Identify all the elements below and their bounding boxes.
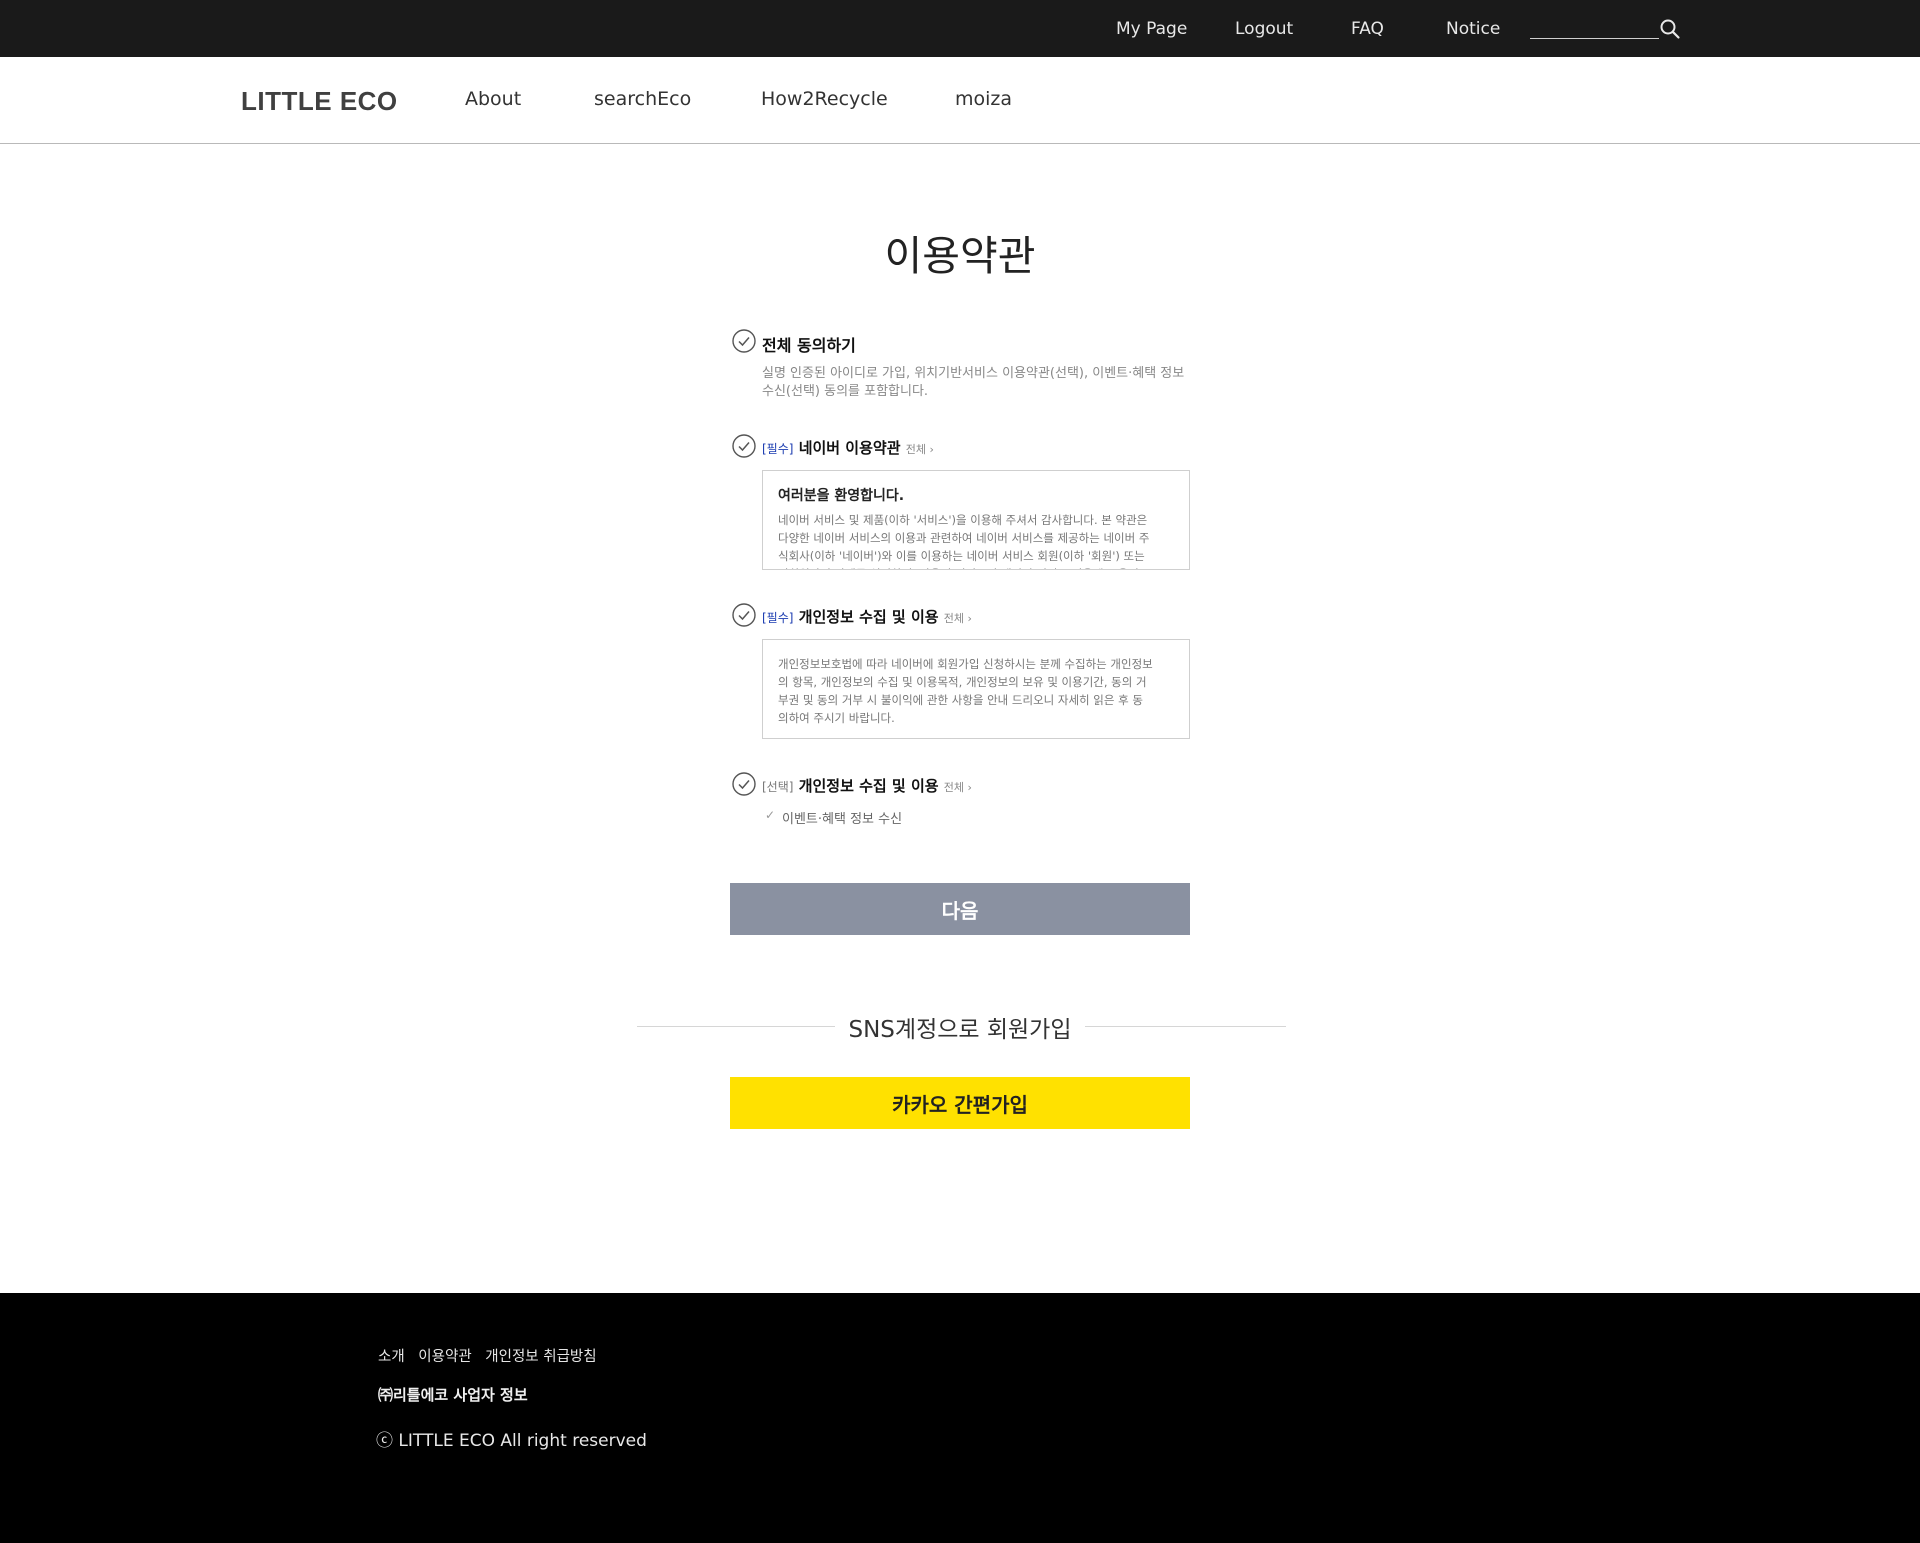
terms-box-text: 네이버 서비스 및 제품(이하 '서비스')을 이용해 주셔서 감사합니다. 본…: [778, 513, 1150, 569]
required-tag: [필수]: [762, 611, 794, 625]
sns-signup-title: SNS계정으로 회원가입: [848, 1017, 1072, 1043]
check-circle-icon[interactable]: [732, 772, 756, 796]
nav-item-searcheco[interactable]: searchEco: [594, 88, 691, 110]
nav-item-about[interactable]: About: [465, 88, 521, 110]
agree-all-description: 실명 인증된 아이디로 가입, 위치기반서비스 이용약관(선택), 이벤트·혜택…: [762, 366, 1185, 399]
next-button[interactable]: 다음: [730, 883, 1190, 935]
terms-box-naver[interactable]: 여러분을 환영합니다. 네이버 서비스 및 제품(이하 '서비스')을 이용해 …: [762, 470, 1190, 570]
check-circle-icon[interactable]: [732, 434, 756, 458]
chevron-right-icon: ›: [964, 612, 972, 625]
nav-item-how2recycle[interactable]: How2Recycle: [761, 88, 888, 110]
faq-link[interactable]: FAQ: [1351, 19, 1384, 39]
divider: [1085, 1026, 1286, 1027]
footer-company-info[interactable]: ㈜리틀에코 사업자 정보: [378, 1384, 528, 1405]
agree-all-label[interactable]: 전체 동의하기: [762, 332, 856, 356]
event-benefit-label[interactable]: 이벤트·혜택 정보 수신: [782, 808, 902, 827]
notice-link[interactable]: Notice: [1446, 19, 1500, 39]
term-naver-label[interactable]: [필수] 네이버 이용약관 전체 ›: [762, 437, 934, 458]
footer-copyright: ⓒ LITTLE ECO All right reserved: [376, 1431, 647, 1451]
view-all-link[interactable]: 전체 ›: [944, 612, 972, 625]
terms-box-heading: 여러분을 환영합니다.: [778, 488, 905, 504]
terms-box-text: 개인정보보호법에 따라 네이버에 회원가입 신청하시는 분께 수집하는 개인정보…: [778, 657, 1153, 725]
check-circle-icon[interactable]: [732, 603, 756, 627]
chevron-right-icon: ›: [964, 781, 972, 794]
main-nav: LITTLE ECO About searchEco How2Recycle m…: [0, 57, 1920, 144]
site-logo[interactable]: LITTLE ECO: [241, 86, 398, 117]
kakao-signup-button[interactable]: 카카오 간편가입: [730, 1077, 1190, 1129]
view-all-link[interactable]: 전체 ›: [906, 443, 934, 456]
my-page-link[interactable]: My Page: [1116, 19, 1187, 39]
search-icon[interactable]: [1659, 18, 1681, 40]
check-icon[interactable]: ✓: [765, 808, 775, 822]
term-privacy-optional-label[interactable]: [선택] 개인정보 수집 및 이용 전체 ›: [762, 775, 972, 796]
footer-links: 소개 이용약관 개인정보 취급방침: [378, 1345, 606, 1366]
term-privacy-required-label[interactable]: [필수] 개인정보 수집 및 이용 전체 ›: [762, 606, 972, 627]
optional-tag: [선택]: [762, 780, 794, 794]
term-title: 개인정보 수집 및 이용: [798, 608, 939, 626]
page-title: 이용약관: [884, 232, 1036, 280]
top-bar: My Page Logout FAQ Notice: [0, 0, 1920, 57]
nav-item-moiza[interactable]: moiza: [955, 88, 1012, 110]
footer-link-terms[interactable]: 이용약관: [418, 1349, 471, 1365]
footer-link-privacy[interactable]: 개인정보 취급방침: [485, 1349, 596, 1365]
search-input[interactable]: [1530, 18, 1659, 38]
logout-link[interactable]: Logout: [1235, 19, 1293, 39]
terms-box-privacy[interactable]: 개인정보보호법에 따라 네이버에 회원가입 신청하시는 분께 수집하는 개인정보…: [762, 639, 1190, 739]
check-circle-icon[interactable]: [732, 329, 756, 353]
footer: 소개 이용약관 개인정보 취급방침 ㈜리틀에코 사업자 정보 ⓒ LITTLE …: [0, 1293, 1920, 1543]
chevron-right-icon: ›: [926, 443, 934, 456]
term-title: 개인정보 수집 및 이용: [798, 777, 939, 795]
footer-link-about[interactable]: 소개: [378, 1349, 405, 1365]
required-tag: [필수]: [762, 442, 794, 456]
term-title: 네이버 이용약관: [798, 439, 901, 457]
search-underline: [1530, 38, 1659, 39]
view-all-link[interactable]: 전체 ›: [944, 781, 972, 794]
